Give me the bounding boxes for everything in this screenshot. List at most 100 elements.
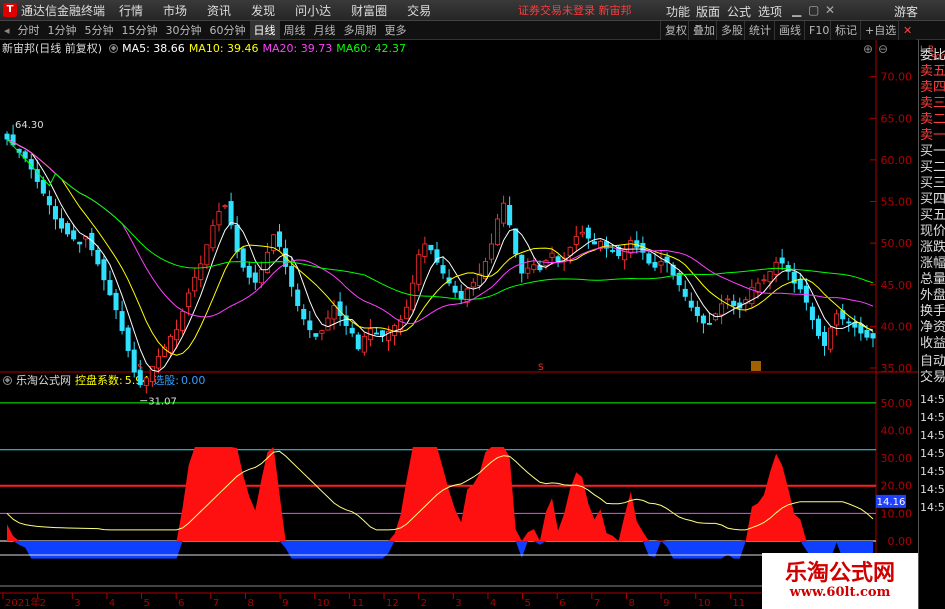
panel-item: 卖一: [920, 128, 945, 143]
period-1min[interactable]: 1分钟: [44, 21, 81, 40]
app-logo-icon: T: [3, 3, 17, 17]
watermark: 乐淘公式网 www.60lt.com: [762, 553, 918, 609]
sub-y-tick-label: 10.00: [881, 507, 913, 520]
panel-item: 14:56: [920, 411, 945, 424]
candle-body: [543, 260, 549, 266]
main-y-tick-label: 35.00: [881, 362, 913, 375]
panel-item: 净资: [920, 320, 945, 335]
period-30min[interactable]: 30分钟: [162, 21, 206, 40]
candle-body: [809, 306, 815, 321]
candle-body: [488, 243, 494, 260]
main-y-tick-label: 65.00: [881, 112, 913, 125]
btn-fuquan[interactable]: 复权: [660, 21, 691, 40]
x-tick-label: 2021年: [5, 596, 40, 609]
candle-body: [555, 256, 561, 262]
menu-jiaoyi[interactable]: 交易: [407, 2, 431, 19]
panel-item: 换手: [920, 304, 945, 319]
panel-item: 买四: [920, 192, 945, 207]
panel-item: 现价: [920, 224, 945, 239]
ma10-line: [6, 138, 874, 356]
candle-body: [319, 330, 325, 334]
period-60min[interactable]: 60分钟: [206, 21, 250, 40]
candle-body: [349, 327, 355, 334]
minimize-icon[interactable]: ▁: [792, 3, 801, 17]
menu-xuanxiang[interactable]: 选项: [758, 3, 782, 20]
candle-body: [95, 249, 101, 265]
panel-item: 卖四: [920, 80, 945, 95]
event-marker-icon: [751, 361, 761, 371]
candle-body: [125, 327, 131, 351]
candle-body: [355, 334, 361, 350]
current-value-tag: 14.16: [877, 497, 906, 508]
menu-hangqing[interactable]: 行情: [119, 2, 143, 19]
close-icon[interactable]: ✕: [825, 3, 835, 17]
candle-body: [682, 288, 688, 297]
candle-body: [101, 259, 107, 281]
candle-body: [40, 179, 46, 194]
candle-body: [52, 206, 58, 220]
x-tick-label: 2: [421, 598, 427, 609]
menu-banmian[interactable]: 版面: [696, 3, 720, 20]
candle-body: [379, 330, 385, 336]
panel-item: 14:56: [920, 483, 945, 496]
btn-huaxian[interactable]: 画线: [774, 21, 805, 40]
candle-body: [501, 202, 507, 224]
panel-item: 涨跌: [920, 240, 945, 255]
btn-diejia[interactable]: 叠加: [688, 21, 719, 40]
panel-item: 14:56: [920, 393, 945, 406]
period-weekly[interactable]: 周线: [280, 21, 310, 40]
period-5min[interactable]: 5分钟: [81, 21, 118, 40]
menu-zixun[interactable]: 资讯: [207, 2, 231, 19]
btn-f10[interactable]: F10: [804, 21, 834, 40]
period-more[interactable]: 更多: [381, 21, 411, 40]
app-name: 通达信金融终端: [21, 3, 106, 18]
sub-y-tick-label: 40.00: [881, 424, 913, 437]
period-15min[interactable]: 15分钟: [118, 21, 162, 40]
candle-body: [549, 252, 555, 258]
menu-wenxiaoda[interactable]: 问小达: [295, 2, 331, 19]
menu-shichang[interactable]: 市场: [163, 2, 187, 19]
toolbar-arrow-icon[interactable]: ◂: [0, 21, 14, 40]
candle-body: [767, 271, 773, 283]
guest-label[interactable]: 游客: [894, 3, 918, 20]
watermark-url: www.60lt.com: [789, 585, 891, 600]
btn-duogu[interactable]: 多股: [716, 21, 747, 40]
signal-marker-icon: S: [137, 363, 143, 373]
x-tick-label: 10: [317, 598, 330, 609]
x-tick-label: 4: [109, 598, 115, 609]
candle-body: [470, 281, 476, 288]
control-coef-area-negative: [7, 541, 873, 559]
btn-zixuan[interactable]: +自选: [860, 21, 901, 40]
candle-body: [815, 318, 821, 336]
panel-item: 卖五: [920, 64, 945, 79]
menu-faxian[interactable]: 发现: [251, 2, 275, 19]
main-y-tick-label: 55.00: [881, 196, 913, 209]
quote-side-panel: L R 500 委比 卖五 卖四 卖三 卖二 卖一 买一 买二 买三 买四 买五 现价 涨跌 涨幅 总量 外盘…: [918, 40, 945, 609]
period-fenshi[interactable]: 分时: [14, 21, 44, 40]
restore-icon[interactable]: ▢: [808, 3, 819, 17]
candle-body: [77, 241, 83, 245]
stock-chart[interactable]: 14.16 70.0065.0060.0055.0050.0045.0040.0…: [0, 40, 918, 609]
panel-item: 买三: [920, 176, 945, 191]
x-tick-label: 5: [144, 598, 150, 609]
candle-body: [119, 311, 125, 331]
btn-biaoji[interactable]: 标记: [830, 21, 861, 40]
menu-gongneng[interactable]: 功能: [666, 3, 690, 20]
period-daily[interactable]: 日线: [249, 20, 280, 40]
candle-body: [725, 298, 731, 301]
period-multi[interactable]: 多周期: [340, 21, 381, 40]
x-tick-label: 12: [386, 598, 399, 609]
panel-item: 买一: [920, 144, 945, 159]
menu-gongshi[interactable]: 公式: [727, 3, 751, 20]
period-monthly[interactable]: 月线: [310, 21, 340, 40]
panel-item: 交易: [920, 370, 945, 385]
menu-caifuquan[interactable]: 财富圈: [351, 2, 387, 19]
main-y-tick-label: 60.00: [881, 154, 913, 167]
candle-body: [113, 292, 119, 311]
candle-body: [59, 218, 65, 229]
btn-tongji[interactable]: 统计: [744, 21, 775, 40]
candle-body: [513, 228, 519, 255]
panel-item: 总量: [920, 272, 945, 287]
btn-close-chart-icon[interactable]: ✕: [898, 21, 917, 40]
candle-body: [658, 261, 664, 266]
